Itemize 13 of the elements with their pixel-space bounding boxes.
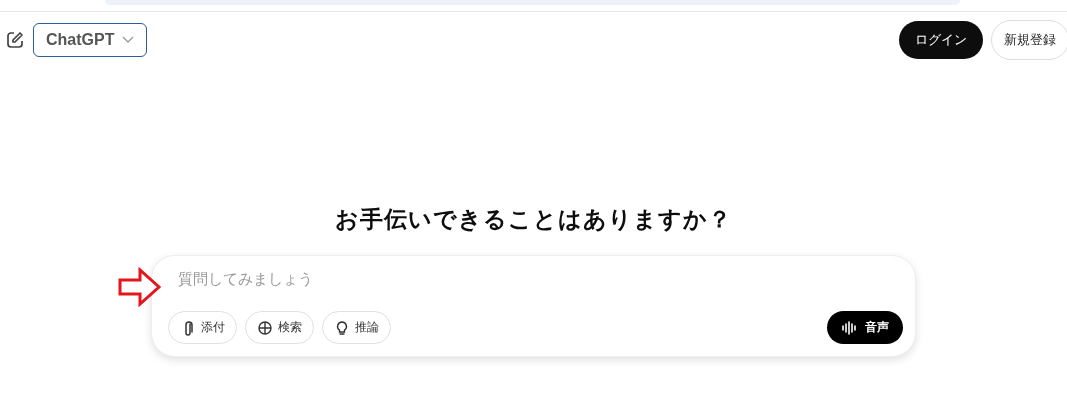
signup-button[interactable]: 新規登録 <box>991 20 1067 60</box>
waveform-icon <box>841 320 857 335</box>
login-button[interactable]: ログイン <box>899 21 983 59</box>
model-selector[interactable]: ChatGPT <box>33 23 148 57</box>
voice-button[interactable]: 音声 <box>827 311 903 344</box>
tool-button[interactable]: 推論 <box>322 311 391 344</box>
lightbulb-icon <box>334 319 350 336</box>
chevron-icon <box>122 36 135 44</box>
edit-icon[interactable] <box>5 30 25 50</box>
globe-icon <box>257 319 273 336</box>
tool-button[interactable]: 検索 <box>245 311 314 344</box>
tool-button[interactable]: 添付 <box>168 311 237 344</box>
heading: お手伝いできることはありますか？ <box>334 205 733 234</box>
